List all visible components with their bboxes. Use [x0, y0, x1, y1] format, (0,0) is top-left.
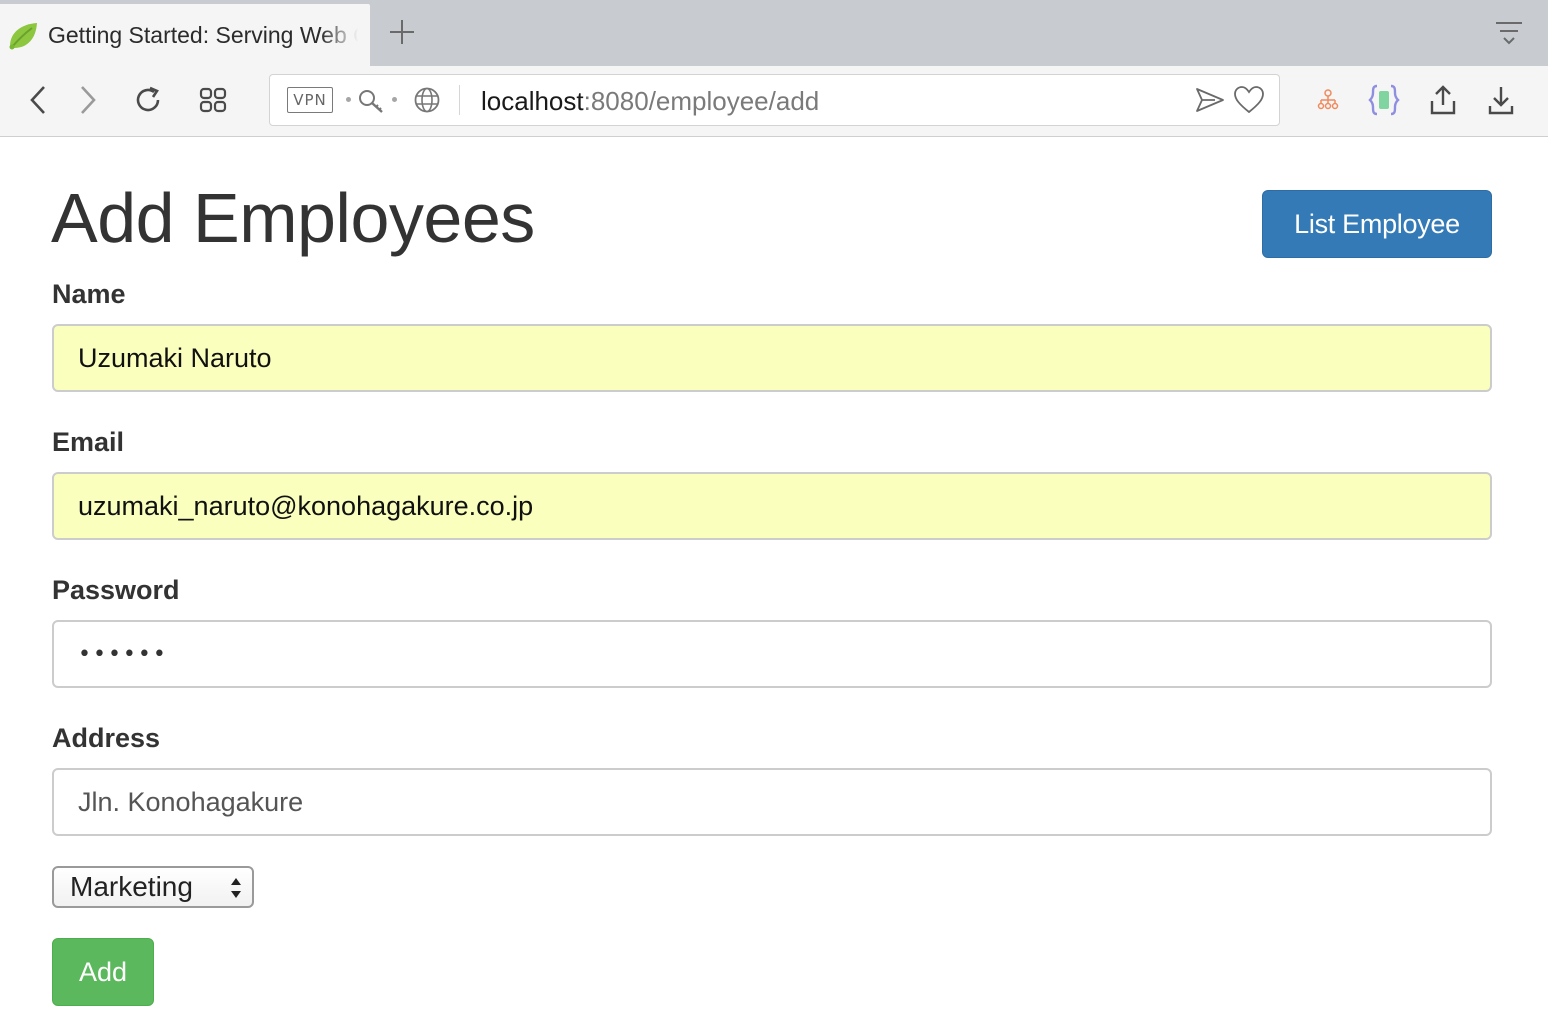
- separator-dot: [392, 97, 397, 102]
- browser-tab[interactable]: Getting Started: Serving Web Content: [0, 4, 370, 66]
- url-host: localhost: [481, 86, 584, 116]
- address-bar[interactable]: VPN localhost:8080/employee/add: [269, 74, 1280, 126]
- email-label: Email: [52, 427, 125, 457]
- reload-icon: [136, 86, 160, 112]
- grid-icon: [199, 87, 227, 113]
- separator-dot: [346, 97, 351, 102]
- tab-title: Getting Started: Serving Web Content: [48, 21, 358, 48]
- share-button[interactable]: [1423, 80, 1463, 120]
- password-mask: ••••••: [78, 641, 168, 667]
- speed-dial-button[interactable]: [193, 80, 233, 120]
- password-label: Password: [52, 575, 180, 605]
- new-tab-button[interactable]: [384, 14, 420, 50]
- sitemap-extension-button[interactable]: [1308, 80, 1348, 120]
- add-button[interactable]: Add: [52, 938, 154, 1006]
- heart-icon[interactable]: [1233, 85, 1265, 115]
- department-selected-value: Marketing: [70, 871, 193, 902]
- sitemap-icon: [1317, 89, 1339, 110]
- spring-leaf-icon: [9, 23, 37, 50]
- back-button[interactable]: [18, 80, 58, 120]
- address-input[interactable]: Jln. Konohagakure: [52, 768, 1492, 836]
- password-input[interactable]: ••••••: [52, 620, 1492, 688]
- reload-button[interactable]: [128, 80, 168, 120]
- email-input[interactable]: uzumaki_naruto@konohagakure.co.jp: [52, 472, 1492, 540]
- plus-icon: [390, 20, 414, 44]
- forward-button[interactable]: [68, 80, 108, 120]
- url-divider: [459, 85, 460, 115]
- department-select[interactable]: Marketing: [52, 866, 254, 908]
- json-extension-button[interactable]: [1364, 80, 1404, 120]
- url-text[interactable]: localhost:8080/employee/add: [481, 86, 819, 117]
- share-icon: [1430, 85, 1456, 115]
- download-icon: [1488, 87, 1514, 115]
- list-employee-button[interactable]: List Employee: [1262, 190, 1492, 258]
- chevron-right-icon: [81, 86, 96, 114]
- tab-menu-icon: [1496, 22, 1522, 45]
- page-title: Add Employees: [51, 179, 535, 257]
- browser-toolbar: VPN localhost:8080/employee/add: [0, 66, 1548, 137]
- vpn-badge[interactable]: VPN: [287, 87, 333, 113]
- name-label: Name: [52, 279, 126, 309]
- globe-icon[interactable]: [413, 86, 441, 114]
- braces-icon: [1368, 84, 1400, 116]
- name-input[interactable]: Uzumaki Naruto: [52, 324, 1492, 392]
- downloads-button[interactable]: [1481, 80, 1521, 120]
- key-search-icon[interactable]: [356, 87, 386, 115]
- chevron-left-icon: [30, 86, 45, 114]
- tab-bar: Getting Started: Serving Web Content: [0, 0, 1548, 66]
- send-icon[interactable]: [1195, 87, 1225, 113]
- select-arrows-icon: [231, 878, 241, 898]
- tab-menu-button[interactable]: [1494, 18, 1524, 48]
- address-label: Address: [52, 723, 161, 753]
- url-path: :8080/employee/add: [583, 86, 820, 116]
